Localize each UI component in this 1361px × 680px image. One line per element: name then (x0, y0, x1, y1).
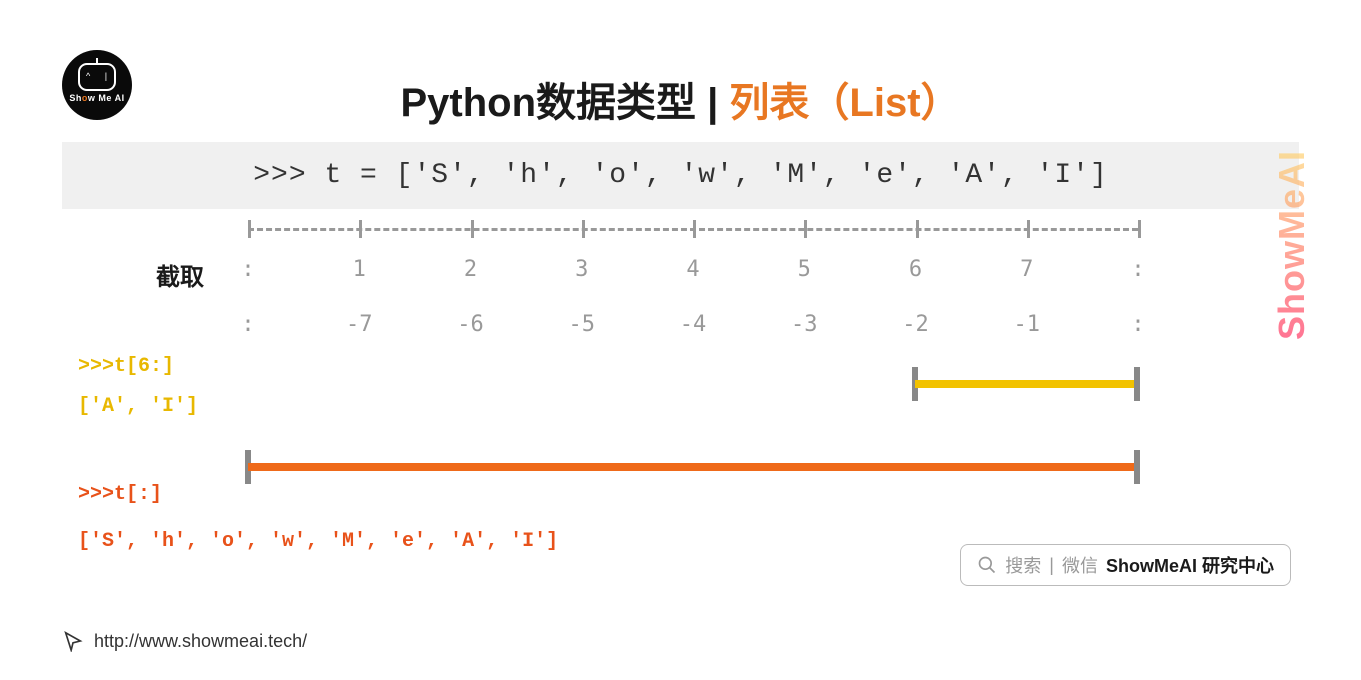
ruler-tick (248, 220, 251, 238)
ruler-tick (471, 220, 474, 238)
index-ruler (248, 218, 1138, 250)
index-cell: : (241, 257, 254, 282)
code-definition: >>> t = ['S', 'h', 'o', 'w', 'M', 'e', '… (62, 142, 1299, 209)
search-label-a: 搜索 (1005, 552, 1041, 578)
range-cap-icon (1134, 450, 1140, 484)
range-bar-orange (248, 463, 1137, 471)
footer-url: http://www.showmeai.tech/ (94, 631, 307, 652)
ruler-tick (804, 220, 807, 238)
index-cell: 4 (686, 257, 699, 282)
index-cell: 1 (353, 257, 366, 282)
range-line (915, 380, 1137, 388)
ruler-tick (1138, 220, 1141, 238)
title-left: Python数据类型 | (400, 81, 729, 125)
footer-link: http://www.showmeai.tech/ (62, 630, 307, 652)
index-cell: : (1131, 257, 1144, 282)
ruler-tick (1027, 220, 1030, 238)
index-cell: -5 (569, 312, 596, 337)
search-callout: 搜索 | 微信 ShowMeAI 研究中心 (960, 544, 1291, 586)
ruler-tick (582, 220, 585, 238)
index-cell: 2 (464, 257, 477, 282)
index-cell: : (1131, 312, 1144, 337)
index-cell: -3 (791, 312, 818, 337)
index-cell: : (241, 312, 254, 337)
ruler-tick (693, 220, 696, 238)
index-cell: -1 (1014, 312, 1041, 337)
search-label-b: 微信 (1062, 552, 1098, 578)
search-brand: ShowMeAI 研究中心 (1106, 552, 1274, 578)
range-bar-yellow (915, 380, 1137, 388)
slice-result-yellow: ['A', 'I'] (78, 395, 198, 418)
range-line (248, 463, 1137, 471)
title-right: 列表（List） (729, 81, 960, 125)
index-cell: 3 (575, 257, 588, 282)
ruler-tick (916, 220, 919, 238)
cursor-icon (62, 630, 84, 652)
index-cell: -6 (457, 312, 484, 337)
index-cell: 5 (798, 257, 811, 282)
index-cell: -4 (680, 312, 707, 337)
slice-result-orange: ['S', 'h', 'o', 'w', 'M', 'e', 'A', 'I'] (78, 530, 558, 553)
watermark-text: ShowMeAI (1271, 150, 1313, 340)
page-title: Python数据类型 | 列表（List） (0, 70, 1361, 128)
range-cap-icon (1134, 367, 1140, 401)
search-icon (977, 555, 997, 575)
slice-expr-yellow: >>>t[6:] (78, 355, 174, 378)
slice-expr-orange: >>>t[:] (78, 483, 162, 506)
index-cell: -7 (346, 312, 373, 337)
ruler-tick (359, 220, 362, 238)
index-cell: 6 (909, 257, 922, 282)
section-label-slice: 截取 (156, 257, 204, 292)
index-cell: 7 (1020, 257, 1033, 282)
ruler-dashed-line (248, 228, 1138, 250)
search-sep: | (1049, 555, 1054, 576)
index-cell: -2 (902, 312, 929, 337)
